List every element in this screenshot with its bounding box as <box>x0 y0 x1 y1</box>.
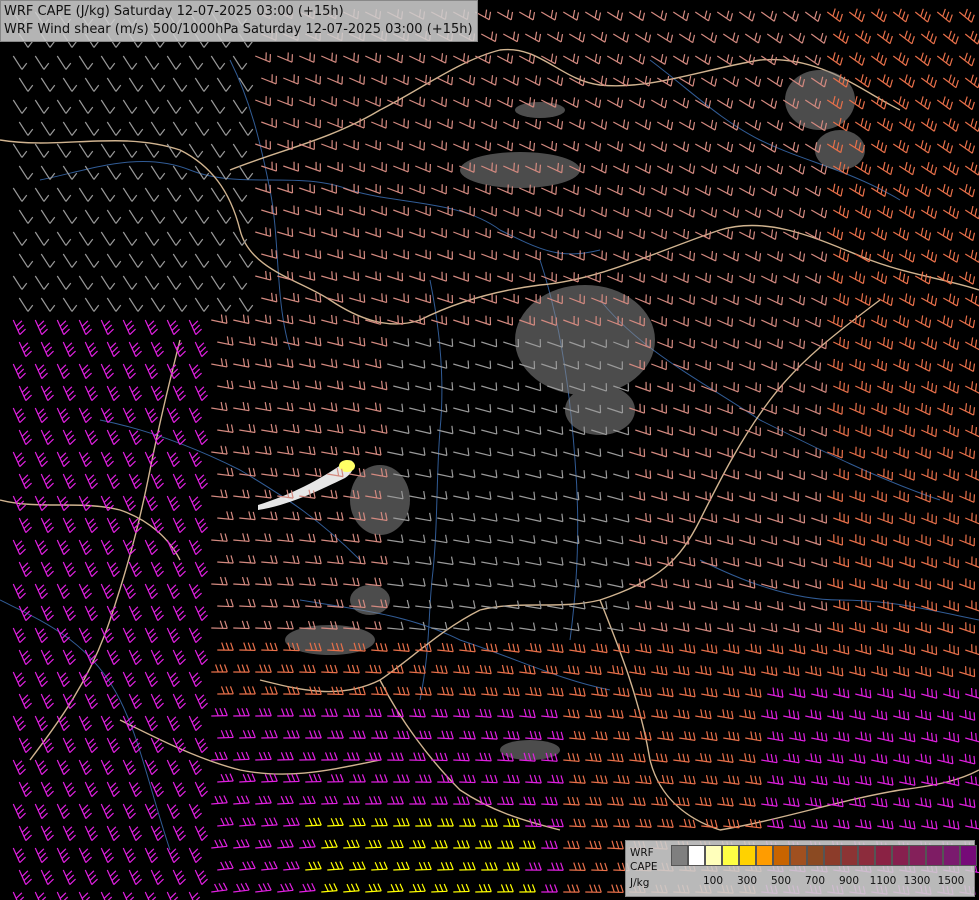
map-title-box: WRF CAPE (J/kg) Saturday 12-07-2025 03:0… <box>0 0 478 42</box>
legend-tick: 900 <box>838 875 860 887</box>
legend-color-box <box>790 845 807 866</box>
wind-shear-title: WRF Wind shear (m/s) 500/1000hPa Saturda… <box>4 22 473 37</box>
legend-color-box <box>909 845 926 866</box>
legend-tick: 500 <box>770 875 792 887</box>
legend-tick-labels: 100 300 500 700 900 1100 1300 1500 <box>671 875 971 889</box>
legend-color-box <box>773 845 790 866</box>
legend-tick: 100 <box>702 875 724 887</box>
legend-color-box <box>756 845 773 866</box>
legend-label-cape: CAPE <box>630 861 658 873</box>
legend-tick: 1300 <box>903 875 931 887</box>
legend-tick: 1100 <box>869 875 897 887</box>
legend-color-box <box>807 845 824 866</box>
cape-legend: WRF CAPE J/kg 100 300 500 700 900 1100 1300 150… <box>625 840 977 897</box>
legend-color-box <box>688 845 705 866</box>
legend-color-box <box>943 845 960 866</box>
cape-title: WRF CAPE (J/kg) Saturday 12-07-2025 03:0… <box>4 4 344 19</box>
legend-color-box <box>875 845 892 866</box>
legend-color-box <box>858 845 875 866</box>
legend-color-box <box>960 845 977 866</box>
legend-tick: 1500 <box>937 875 965 887</box>
legend-label-unit: J/kg <box>630 877 650 889</box>
legend-tick: 700 <box>804 875 826 887</box>
legend-color-scale <box>671 845 977 866</box>
legend-color-box <box>841 845 858 866</box>
legend-color-box <box>739 845 756 866</box>
legend-color-box <box>892 845 909 866</box>
legend-label-wrf: WRF <box>630 847 654 859</box>
legend-color-box <box>722 845 739 866</box>
legend-color-box <box>705 845 722 866</box>
legend-color-box <box>671 845 688 866</box>
legend-tick: 300 <box>736 875 758 887</box>
legend-color-box <box>926 845 943 866</box>
legend-color-box <box>824 845 841 866</box>
weather-map <box>0 0 979 900</box>
